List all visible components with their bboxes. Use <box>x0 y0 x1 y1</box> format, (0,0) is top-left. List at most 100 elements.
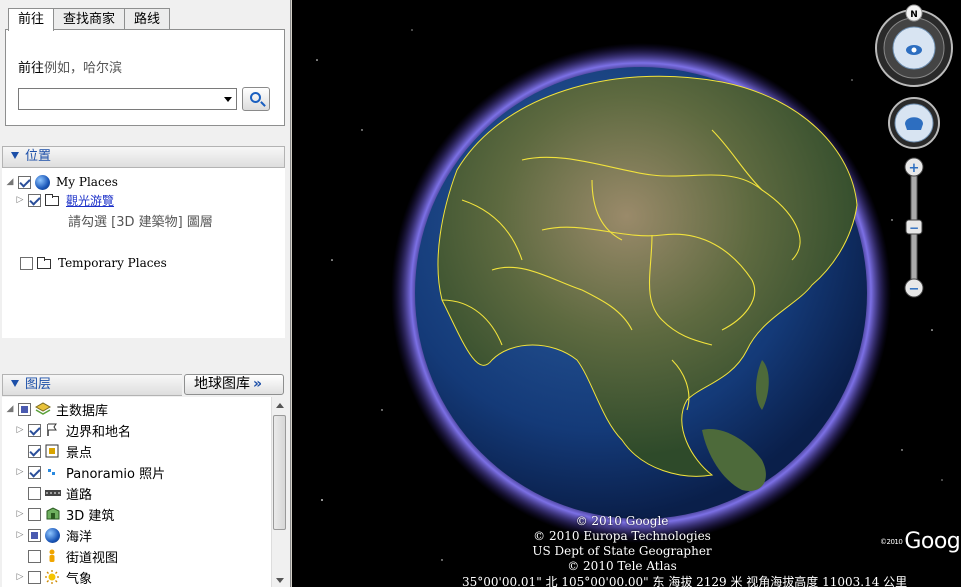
scroll-thumb[interactable] <box>273 415 286 530</box>
google-logo: ©2010Google <box>880 529 961 554</box>
svg-text:−: − <box>909 221 919 235</box>
list-item[interactable]: ▷ 气象 <box>16 567 92 587</box>
checkbox[interactable] <box>20 256 33 270</box>
expand-toggle-icon[interactable]: ◢ <box>6 177 14 187</box>
compass-north-label: N <box>910 10 918 20</box>
goto-label-text: 前往 <box>18 61 45 76</box>
search-icon <box>250 92 261 103</box>
zoom-slider[interactable]: + − − <box>904 157 924 298</box>
svg-text:+: + <box>909 161 920 176</box>
list-item[interactable]: ▷ Panoramio 照片 <box>16 462 165 482</box>
building-icon <box>45 507 61 521</box>
logo-text: Google <box>904 529 961 554</box>
layers-scrollbar[interactable] <box>271 397 287 587</box>
status-bar: 35°00'00.01" 北 105°00'00.00" 东 海拔 2129 米… <box>462 575 908 587</box>
checkbox[interactable] <box>18 402 31 416</box>
collapse-triangle-icon[interactable] <box>11 380 19 387</box>
list-item-label: Temporary Places <box>58 256 167 270</box>
list-item-label: 边界和地名 <box>66 424 132 440</box>
checkbox[interactable] <box>28 528 41 542</box>
expand-toggle-icon[interactable]: ◢ <box>6 404 14 414</box>
chevron-down-icon[interactable] <box>224 97 232 102</box>
places-header-label: 位置 <box>25 149 52 164</box>
places-panel: ◢ My Places ▷ 觀光游覽 請勾選 [3D 建築物] 圖層 Tempo… <box>2 168 285 338</box>
map-view[interactable]: N + − − © 2010 Google © 2010 Europa Tech… <box>292 0 961 587</box>
list-item-label: 街道视图 <box>66 550 119 566</box>
list-item-label: 3D 建筑 <box>66 508 115 524</box>
checkbox[interactable] <box>28 570 41 584</box>
pegman-icon <box>45 549 61 563</box>
checkbox[interactable] <box>28 444 41 458</box>
expand-toggle-icon[interactable]: ▷ <box>16 530 24 540</box>
layers-header[interactable]: 图层 <box>2 374 182 396</box>
checkbox[interactable] <box>28 193 41 207</box>
earth-globe[interactable]: N + − − <box>292 0 961 587</box>
list-item[interactable]: ▷ 3D 建筑 <box>16 504 114 524</box>
tab-find-business[interactable]: 查找商家 <box>53 8 126 30</box>
landmark-icon <box>45 444 61 458</box>
earth-gallery-label: 地球图库 <box>194 376 250 392</box>
tab-goto[interactable]: 前往 <box>8 8 55 31</box>
checkbox[interactable] <box>28 507 41 521</box>
earth-icon <box>35 175 51 190</box>
list-item[interactable]: ◢ My Places <box>6 172 118 192</box>
list-item-label: My Places <box>56 175 118 189</box>
goto-example: 例如，哈尔滨 <box>44 61 123 76</box>
tab-directions[interactable]: 路线 <box>124 8 171 30</box>
places-header[interactable]: 位置 <box>2 146 285 168</box>
logo-year: ©2010 <box>880 538 903 546</box>
collapse-triangle-icon[interactable] <box>11 152 19 159</box>
scroll-down-icon[interactable] <box>276 578 284 583</box>
list-item[interactable]: 街道视图 <box>16 546 118 566</box>
list-item-label: 主数据库 <box>56 403 109 419</box>
weather-sun-icon <box>45 570 61 584</box>
folder-icon <box>37 256 53 270</box>
search-button[interactable] <box>242 87 270 111</box>
checkbox[interactable] <box>28 549 41 563</box>
copyright-europa: © 2010 Europa Technologies <box>533 529 711 543</box>
ocean-globe-icon <box>45 528 61 543</box>
photo-icon <box>45 465 61 479</box>
sidebar: 前往 查找商家 路线 前往例如，哈尔滨 位置 ◢ My Places ▷ 觀光游… <box>0 0 291 587</box>
list-item-label: Panoramio 照片 <box>66 466 166 482</box>
list-item-label: 道路 <box>66 487 93 503</box>
search-tabs: 前往 查找商家 路线 <box>8 8 171 31</box>
scroll-up-icon[interactable] <box>276 403 284 408</box>
list-item-label[interactable]: 觀光游覽 <box>66 192 114 209</box>
copyright-google: © 2010 Google <box>575 514 669 528</box>
checkbox[interactable] <box>18 175 31 189</box>
list-item[interactable]: ◢ 主数据库 <box>6 399 108 419</box>
places-note: 請勾選 [3D 建築物] 圖層 <box>68 215 213 230</box>
copyright-teleatlas: © 2010 Tele Atlas <box>567 559 677 573</box>
svg-text:−: − <box>909 282 920 297</box>
list-item-label: 气象 <box>66 571 93 587</box>
flag-icon <box>45 423 61 437</box>
layers-panel: ◢ 主数据库 ▷ 边界和地名 景点 ▷ Panoramio 照片 道路 ▷ 3D… <box>2 397 271 587</box>
earth-gallery-button[interactable]: 地球图库» <box>184 374 284 395</box>
checkbox[interactable] <box>28 465 41 479</box>
list-item[interactable]: Temporary Places <box>8 253 167 273</box>
list-item[interactable]: ▷ 边界和地名 <box>16 420 131 440</box>
expand-toggle-icon[interactable]: ▷ <box>16 467 24 477</box>
search-panel: 前往例如，哈尔滨 <box>5 29 285 126</box>
search-combobox[interactable] <box>18 88 237 110</box>
double-chevron-icon: » <box>253 376 263 392</box>
search-input[interactable] <box>19 89 219 109</box>
list-item[interactable]: 道路 <box>16 483 92 503</box>
expand-toggle-icon[interactable]: ▷ <box>16 195 24 205</box>
expand-toggle-icon[interactable]: ▷ <box>16 509 24 519</box>
list-item[interactable]: 景点 <box>16 441 92 461</box>
copyright-state: US Dept of State Geographer <box>532 544 712 558</box>
look-joystick[interactable] <box>888 97 940 149</box>
list-item-label: 海洋 <box>66 529 93 545</box>
checkbox[interactable] <box>28 423 41 437</box>
road-icon <box>45 486 61 500</box>
expand-toggle-icon[interactable]: ▷ <box>16 425 24 435</box>
layers-stack-icon <box>34 402 52 416</box>
goto-label: 前往例如，哈尔滨 <box>18 57 122 76</box>
list-item[interactable]: ▷ 觀光游覽 <box>16 190 114 210</box>
list-item-label: 景点 <box>66 445 93 461</box>
checkbox[interactable] <box>28 486 41 500</box>
expand-toggle-icon[interactable]: ▷ <box>16 572 24 582</box>
list-item[interactable]: ▷ 海洋 <box>16 525 92 545</box>
